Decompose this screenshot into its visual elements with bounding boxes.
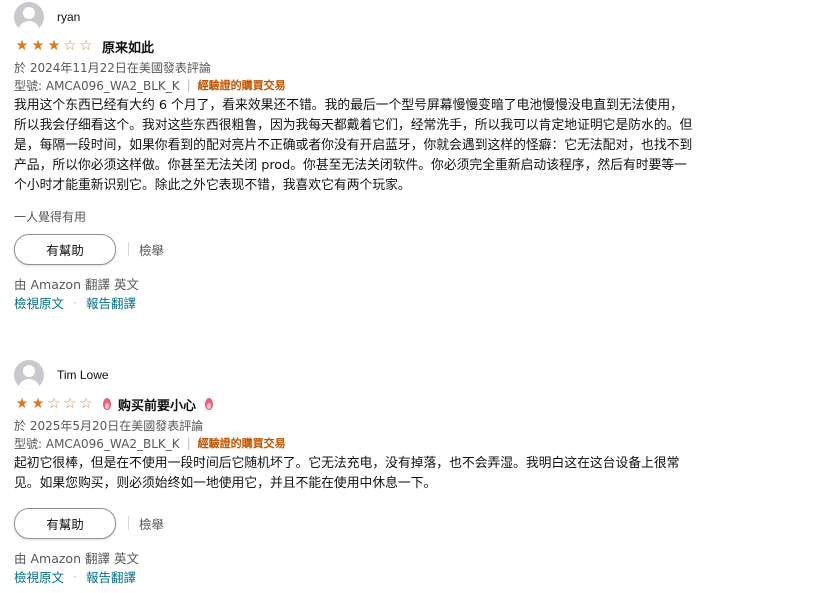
- star-empty-icon: ☆: [79, 396, 93, 412]
- translated-by-note: 由 Amazon 翻譯 英文: [14, 277, 139, 292]
- star-filled-icon: ★: [15, 38, 29, 54]
- celebration-emoji-icon: [202, 396, 216, 412]
- helpful-button[interactable]: 有幫助: [14, 507, 116, 539]
- star-filled-icon: ★: [31, 396, 45, 412]
- translated-by-note: 由 Amazon 翻譯 英文: [14, 551, 139, 566]
- review-date: 於 2024年11月22日在美國發表評論: [14, 61, 211, 75]
- verified-purchase-badge[interactable]: 經驗證的購買交易: [198, 77, 286, 93]
- reviewer-name: ryan: [57, 10, 81, 24]
- verified-purchase-badge[interactable]: 經驗證的購買交易: [198, 435, 286, 451]
- product-variant[interactable]: 型號: AMCA096_WA2_BLK_K: [14, 77, 180, 94]
- star-rating[interactable]: ★ ★ ☆ ☆ ☆: [14, 396, 94, 412]
- divider: [128, 242, 129, 256]
- reviewer-name: Tim Lowe: [57, 368, 109, 382]
- star-empty-icon: ☆: [79, 38, 93, 54]
- avatar: [14, 360, 44, 390]
- view-original-link[interactable]: 檢視原文: [14, 293, 64, 312]
- reviews-page: ryan ★ ★ ★ ☆ ☆ 原来如此 於 2024年11月22日在美國發表評論…: [0, 0, 839, 593]
- review-body: 起初它很棒，但是在不使用一段时间后它随机坏了。它无法充电，没有掉落，也不会弄湿。…: [14, 456, 680, 491]
- divider: [128, 516, 129, 530]
- divider: |: [186, 436, 191, 450]
- divider: ·: [73, 568, 77, 584]
- star-filled-icon: ★: [15, 396, 29, 412]
- review-date: 於 2025年5月20日在美國發表評論: [14, 419, 204, 433]
- helpful-button[interactable]: 有幫助: [14, 233, 116, 265]
- product-variant[interactable]: 型號: AMCA096_WA2_BLK_K: [14, 435, 180, 452]
- star-empty-icon: ☆: [63, 396, 77, 412]
- report-translation-link[interactable]: 報告翻譯: [86, 293, 136, 312]
- reviewer-profile[interactable]: ryan: [14, 0, 704, 34]
- report-translation-link[interactable]: 報告翻譯: [86, 567, 136, 586]
- divider: |: [186, 78, 191, 92]
- star-filled-icon: ★: [31, 38, 45, 54]
- review-title[interactable]: 购买前要小心: [118, 395, 196, 414]
- report-link[interactable]: 檢舉: [139, 240, 164, 259]
- report-link[interactable]: 檢舉: [139, 514, 164, 533]
- view-original-link[interactable]: 檢視原文: [14, 567, 64, 586]
- star-empty-icon: ☆: [47, 396, 61, 412]
- review-card: ryan ★ ★ ★ ☆ ☆ 原来如此 於 2024年11月22日在美國發表評論…: [14, 0, 704, 312]
- helpful-count: 一人覺得有用: [14, 210, 87, 224]
- star-rating[interactable]: ★ ★ ★ ☆ ☆: [14, 38, 94, 54]
- avatar: [14, 2, 44, 32]
- reviewer-profile[interactable]: Tim Lowe: [14, 358, 704, 392]
- review-card: Tim Lowe ★ ★ ☆ ☆ ☆ 购买前要小心 於 2025年5月20日在美…: [14, 358, 704, 586]
- review-body: 我用这个东西已经有大约 6 个月了，看来效果还不错。我的最后一个型号屏幕慢慢变暗…: [14, 98, 693, 193]
- star-filled-icon: ★: [47, 38, 61, 54]
- star-empty-icon: ☆: [63, 38, 77, 54]
- divider: ·: [73, 294, 77, 310]
- celebration-emoji-icon: [100, 396, 114, 412]
- review-title[interactable]: 原来如此: [102, 37, 154, 56]
